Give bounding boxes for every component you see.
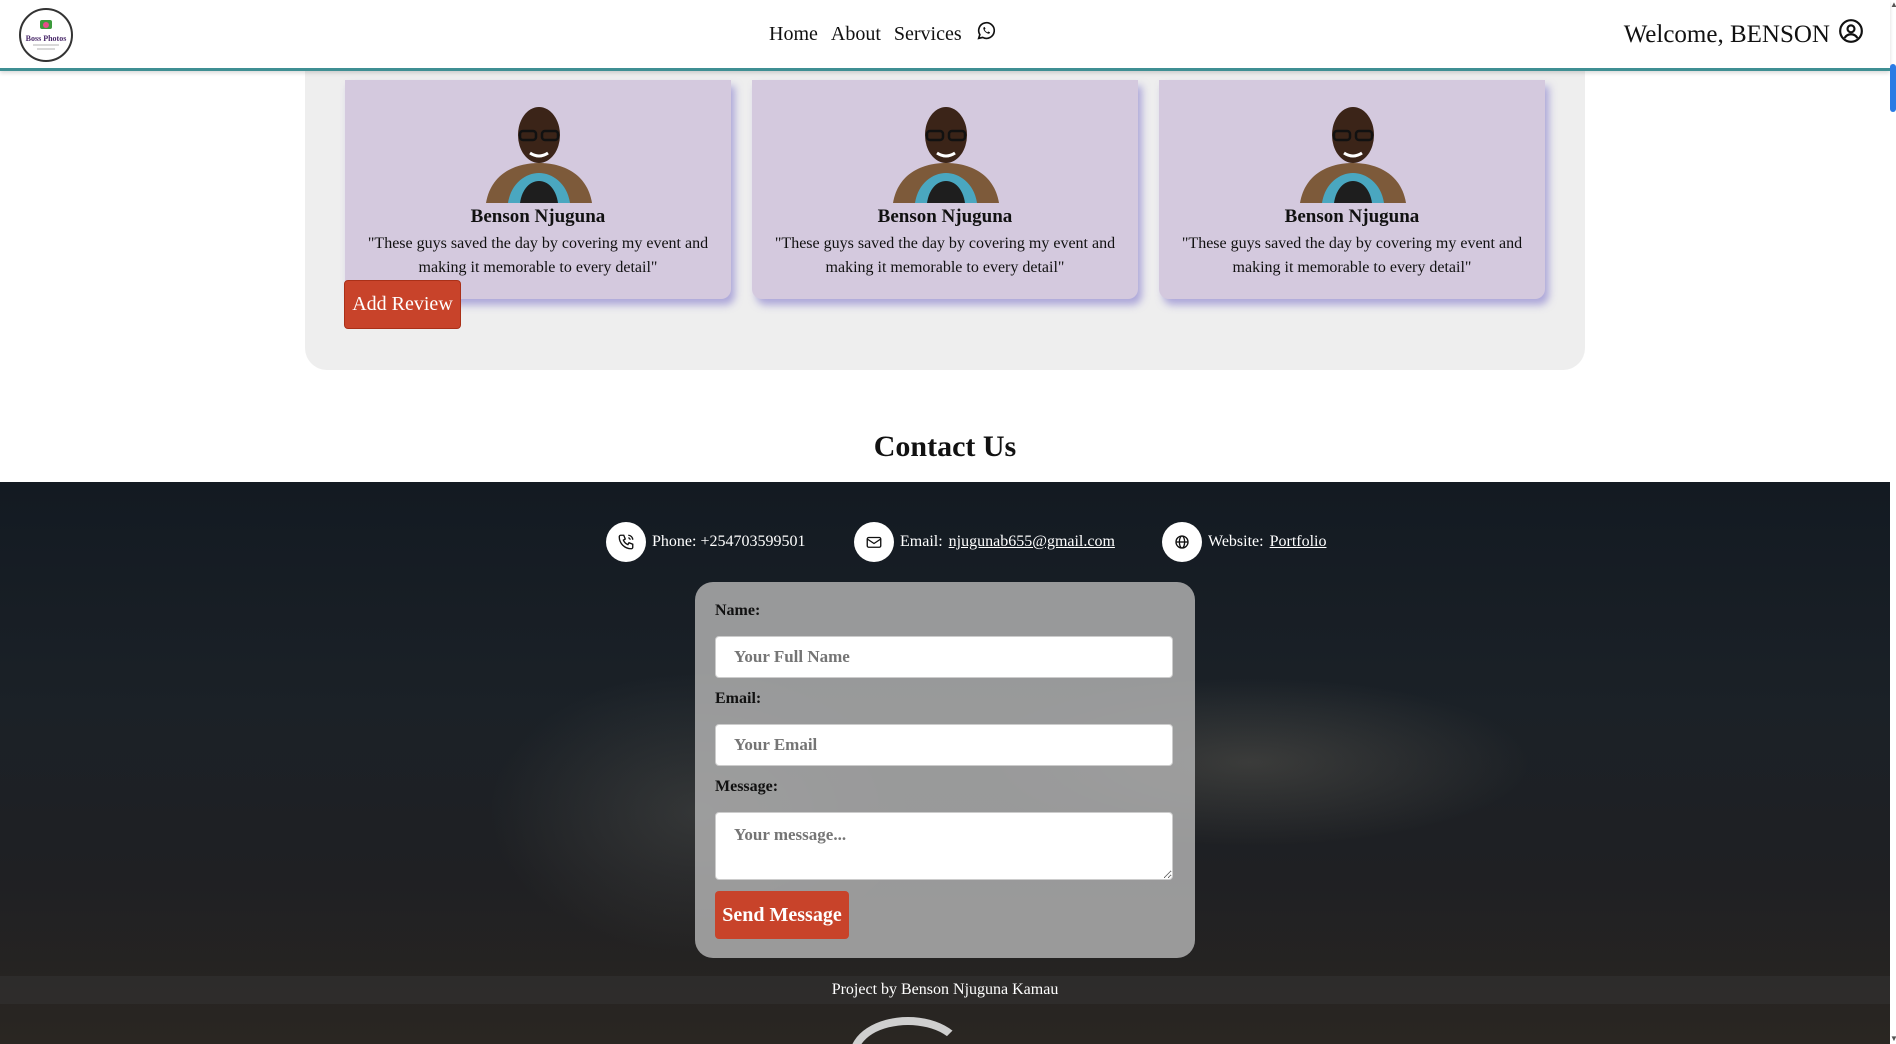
welcome-text: Welcome, BENSON <box>1623 20 1830 48</box>
reviewer-avatar <box>1300 107 1406 203</box>
message-label: Message: <box>715 778 779 795</box>
scroll-down-arrow[interactable]: ▼ <box>1890 1034 1896 1043</box>
scroll-up-arrow[interactable]: ▲ <box>1890 0 1896 9</box>
nav-about[interactable]: About <box>831 23 881 46</box>
reviewer-name: Benson Njuguna <box>877 206 1013 227</box>
email-input[interactable] <box>715 724 1173 766</box>
contact-phone: Phone: +254703599501 <box>606 522 805 562</box>
scrollbar-thumb[interactable] <box>1890 64 1896 112</box>
portfolio-link[interactable]: Portfolio <box>1270 533 1327 551</box>
review-card: Benson Njuguna "These guys saved the day… <box>345 80 731 299</box>
review-text: "These guys saved the day by covering my… <box>774 235 1116 276</box>
name-input[interactable] <box>715 636 1173 678</box>
name-label: Name: <box>715 602 761 619</box>
reviewer-avatar <box>893 107 999 203</box>
add-review-button[interactable]: Add Review <box>344 280 461 329</box>
top-navbar: Boss Photos Home About Services Welcome,… <box>0 0 1890 71</box>
background-decor <box>850 1017 966 1044</box>
email-label: Email: <box>715 690 762 707</box>
phone-text: Phone: +254703599501 <box>652 533 806 550</box>
brand-logo[interactable]: Boss Photos <box>19 8 73 62</box>
review-card: Benson Njuguna "These guys saved the day… <box>752 80 1138 299</box>
contact-website: Website: Portfolio <box>1162 522 1326 562</box>
whatsapp-icon[interactable] <box>975 20 997 48</box>
email-link[interactable]: njugunab655@gmail.com <box>949 533 1115 551</box>
reviewer-name: Benson Njuguna <box>470 206 606 227</box>
globe-icon <box>1162 522 1202 562</box>
reviews-section: Benson Njuguna "These guys saved the day… <box>305 40 1585 370</box>
svg-text:Boss Photos: Boss Photos <box>26 34 67 43</box>
email-prefix: Email: <box>900 533 943 550</box>
phone-icon <box>606 522 646 562</box>
contact-heading: Contact Us <box>873 430 1017 463</box>
send-message-button[interactable]: Send Message <box>715 891 849 939</box>
contact-form: Name: Email: Message: Send Message <box>695 582 1195 958</box>
website-prefix: Website: <box>1208 533 1264 550</box>
review-text: "These guys saved the day by covering my… <box>367 235 709 276</box>
review-card: Benson Njuguna "These guys saved the day… <box>1159 80 1545 299</box>
nav-home[interactable]: Home <box>769 23 818 46</box>
user-account-icon[interactable] <box>1838 18 1864 51</box>
contact-email: Email: njugunab655@gmail.com <box>854 522 1115 562</box>
footer-credit: Project by Benson Njuguna Kamau <box>0 976 1890 1004</box>
user-welcome[interactable]: Welcome, BENSON <box>1624 18 1864 51</box>
reviewer-name: Benson Njuguna <box>1284 206 1420 227</box>
reviewer-avatar <box>486 107 592 203</box>
message-textarea[interactable] <box>715 812 1173 880</box>
review-text: "These guys saved the day by covering my… <box>1181 235 1523 276</box>
nav-services[interactable]: Services <box>894 23 962 46</box>
main-nav: Home About Services <box>769 20 997 48</box>
contact-footer: Phone: +254703599501 Email: njugunab655@… <box>0 482 1890 1044</box>
mail-icon <box>854 522 894 562</box>
